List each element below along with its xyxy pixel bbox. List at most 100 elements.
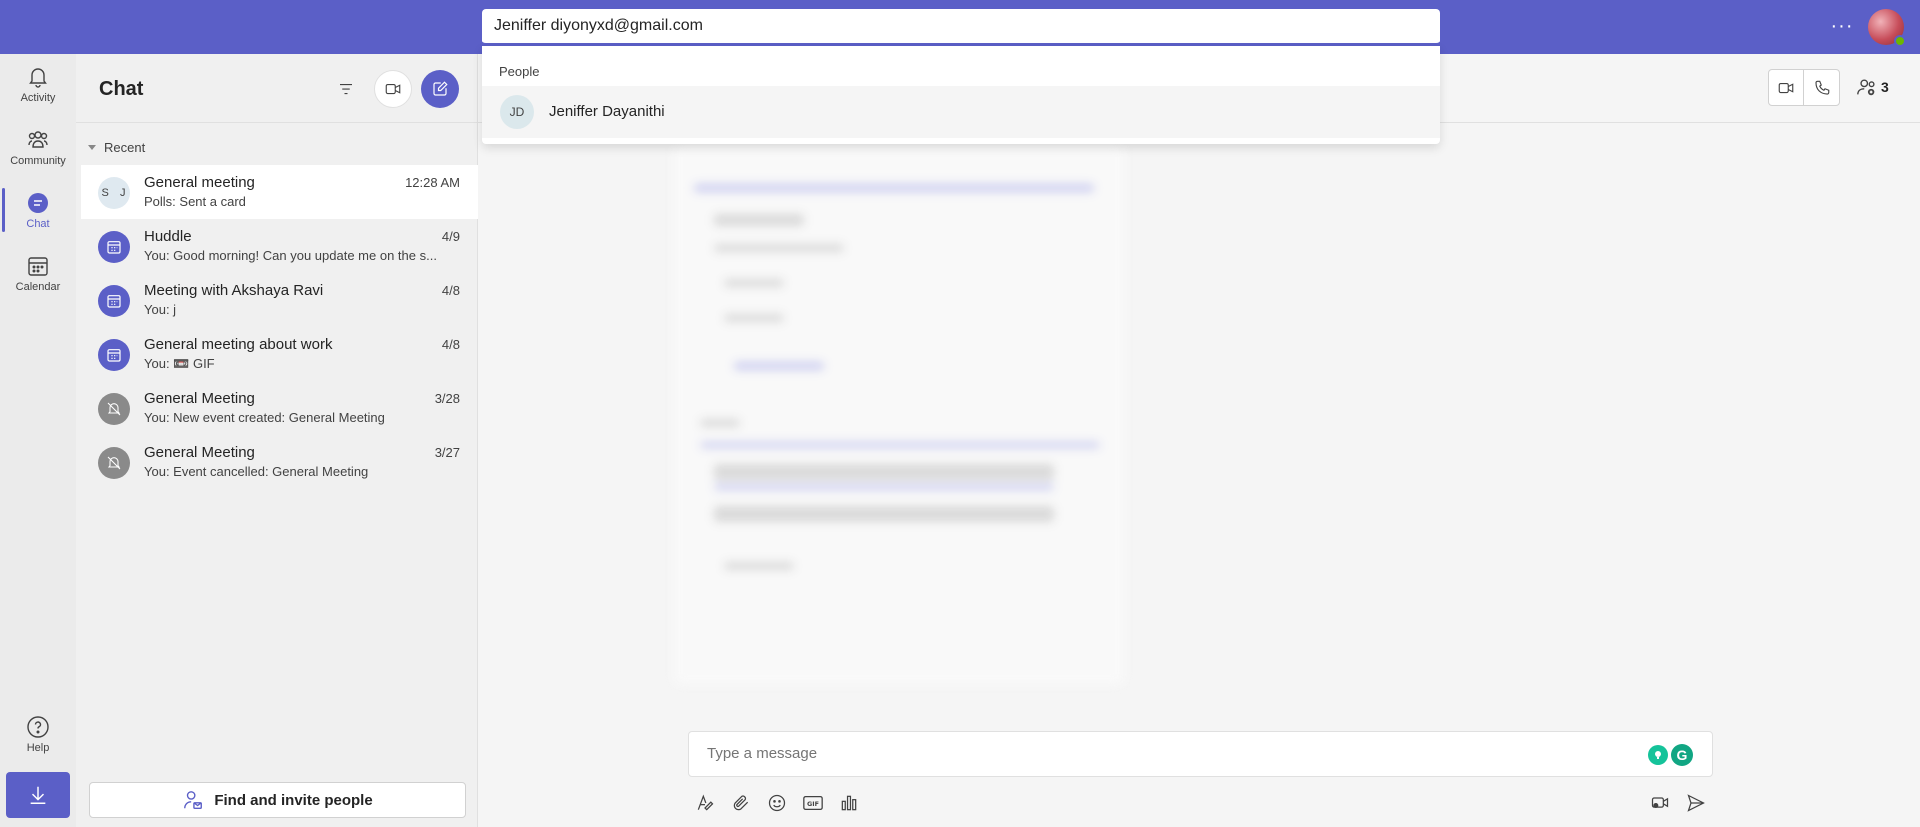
video-clip-icon xyxy=(1651,797,1669,808)
find-and-invite-button[interactable]: Find and invite people xyxy=(89,782,466,818)
phone-icon xyxy=(1814,80,1829,95)
person-suggestion-item[interactable]: JD Jeniffer Dayanithi xyxy=(482,86,1440,138)
chat-list-item[interactable]: General Meeting You: Event cancelled: Ge… xyxy=(81,435,478,489)
more-options-icon[interactable]: ··· xyxy=(1828,12,1856,40)
cancelled-meeting-icon xyxy=(98,447,130,479)
chat-name: General Meeting xyxy=(144,390,255,407)
chat-name: Huddle xyxy=(144,228,192,245)
chat-list-item[interactable]: Huddle You: Good morning! Can you update… xyxy=(81,219,478,273)
emoji-icon xyxy=(768,794,786,812)
chat-list-item[interactable]: General Meeting You: New event created: … xyxy=(81,381,478,435)
invite-person-icon xyxy=(184,791,203,809)
rail-item-help[interactable]: Help xyxy=(0,704,76,764)
poll-button[interactable] xyxy=(834,788,864,818)
message-composer: G xyxy=(688,731,1713,777)
rail-item-label: Calendar xyxy=(15,280,61,293)
download-icon xyxy=(30,786,46,804)
meeting-calendar-icon xyxy=(98,231,130,263)
page-title: Chat xyxy=(99,78,144,100)
person-name: Jeniffer Dayanithi xyxy=(549,103,665,120)
presence-available-icon xyxy=(1894,35,1906,47)
chat-name: General meeting about work xyxy=(144,336,333,353)
invite-label: Find and invite people xyxy=(214,791,373,809)
video-camera-icon xyxy=(1778,82,1794,93)
suggestions-section-label: People xyxy=(499,64,540,79)
download-app-button[interactable] xyxy=(6,772,70,818)
video-call-button[interactable] xyxy=(1769,70,1805,105)
chat-preview: You: Event cancelled: General Meeting xyxy=(144,464,369,479)
video-camera-icon xyxy=(385,83,401,95)
recent-section-toggle[interactable]: Recent xyxy=(88,140,145,155)
rail-item-community[interactable]: Community xyxy=(0,117,76,177)
help-icon xyxy=(27,715,49,738)
call-button-group xyxy=(1768,69,1840,106)
bell-icon xyxy=(29,67,47,88)
chat-list-header: Chat xyxy=(76,54,478,123)
community-icon xyxy=(28,130,48,148)
chat-preview: Polls: Sent a card xyxy=(144,194,246,209)
loop-component-button[interactable] xyxy=(1645,788,1675,818)
blurred-message-card xyxy=(674,144,1124,684)
meeting-calendar-icon xyxy=(98,285,130,317)
conversation-area: 3 G GIF xyxy=(478,54,1920,827)
chat-icon xyxy=(28,192,48,213)
chat-time: 12:28 AM xyxy=(405,175,460,190)
app-rail: Activity Community Chat Calendar Help xyxy=(0,54,76,827)
compose-icon xyxy=(433,81,448,96)
gif-icon: GIF xyxy=(803,795,823,811)
chat-time: 4/8 xyxy=(441,337,460,352)
chat-time: 3/28 xyxy=(434,391,460,406)
chat-list-pane: Chat Recent S J General meeting Polls: S… xyxy=(76,54,478,827)
user-avatar[interactable] xyxy=(1868,9,1906,47)
search-suggestions-dropdown: People JD Jeniffer Dayanithi xyxy=(482,46,1440,144)
send-button[interactable] xyxy=(1681,788,1711,818)
section-label: Recent xyxy=(104,140,146,155)
gif-button[interactable]: GIF xyxy=(798,788,828,818)
chat-time: 4/8 xyxy=(441,283,460,298)
chat-list-item[interactable]: S J General meeting Polls: Sent a card 1… xyxy=(81,165,478,219)
avatar: JD xyxy=(500,95,534,129)
grammarly-widget[interactable]: G xyxy=(1648,742,1694,768)
svg-text:GIF: GIF xyxy=(807,800,819,808)
rail-item-calendar[interactable]: Calendar xyxy=(0,243,76,303)
calendar-icon xyxy=(28,256,48,276)
chat-name: General meeting xyxy=(144,174,255,191)
chat-list-item[interactable]: General meeting about work You: 📼 GIF 4/… xyxy=(81,327,478,381)
meet-now-button[interactable] xyxy=(374,70,412,108)
rail-item-label: Activity xyxy=(20,91,56,104)
lightbulb-icon xyxy=(1648,745,1668,765)
chat-time: 3/27 xyxy=(434,445,460,460)
format-pen-icon xyxy=(697,794,714,811)
cancelled-meeting-icon xyxy=(98,393,130,425)
meeting-calendar-icon xyxy=(98,339,130,371)
attach-button[interactable] xyxy=(726,788,756,818)
people-icon xyxy=(1857,79,1875,96)
chat-name: General Meeting xyxy=(144,444,255,461)
chat-preview: You: 📼 GIF xyxy=(144,356,215,371)
paperclip-icon xyxy=(733,795,749,811)
rail-item-activity[interactable]: Activity xyxy=(0,54,76,114)
message-input[interactable] xyxy=(707,745,1607,762)
search-input[interactable]: Jeniffer diyonyxd@gmail.com xyxy=(482,9,1440,45)
chat-name: Meeting with Akshaya Ravi xyxy=(144,282,324,299)
rail-item-label: Chat xyxy=(26,217,50,230)
bar-chart-icon xyxy=(841,795,857,811)
chat-preview: You: Good morning! Can you update me on … xyxy=(144,248,437,263)
emoji-button[interactable] xyxy=(762,788,792,818)
audio-call-button[interactable] xyxy=(1804,70,1839,105)
chat-list-item[interactable]: Meeting with Akshaya Ravi You: j 4/8 xyxy=(81,273,478,327)
rail-item-label: Community xyxy=(10,154,66,167)
format-button[interactable] xyxy=(690,788,720,818)
filter-button[interactable] xyxy=(331,74,361,104)
grammarly-icon: G xyxy=(1671,744,1693,766)
chat-time: 4/9 xyxy=(441,229,460,244)
send-icon xyxy=(1687,794,1705,812)
chat-preview: You: j xyxy=(144,302,177,317)
chat-preview: You: New event created: General Meeting xyxy=(144,410,385,425)
participants-button[interactable]: 3 xyxy=(1856,76,1889,98)
new-chat-button[interactable] xyxy=(421,70,459,108)
filter-icon xyxy=(340,83,352,95)
participants-count: 3 xyxy=(1881,79,1889,95)
rail-item-chat[interactable]: Chat xyxy=(0,180,76,240)
chevron-down-icon xyxy=(88,145,96,150)
